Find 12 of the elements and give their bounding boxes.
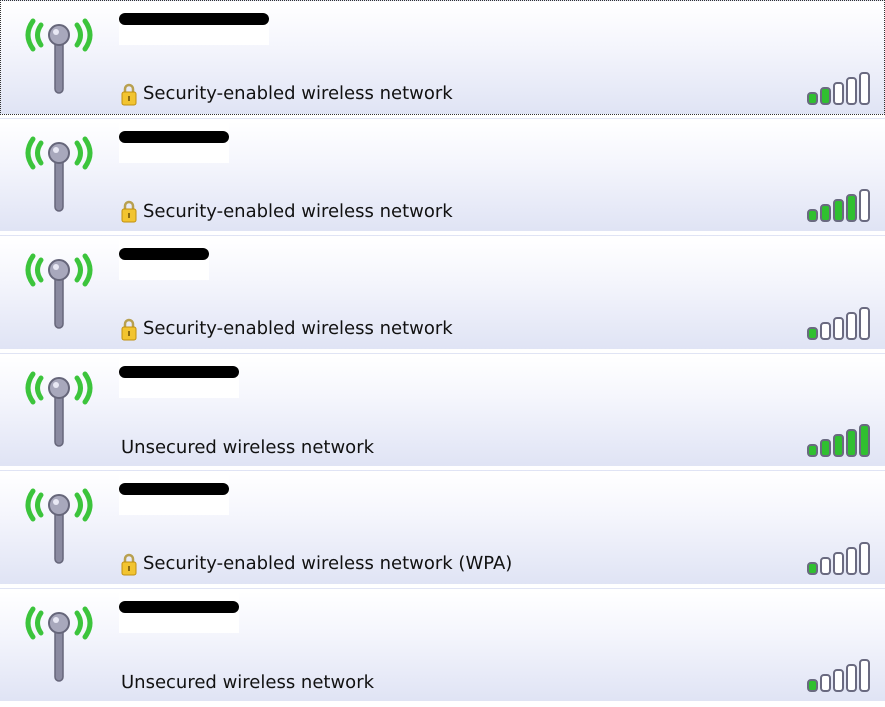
security-status: Security-enabled wireless network bbox=[143, 83, 453, 104]
network-list-item[interactable]: Security-enabled wireless network bbox=[0, 235, 885, 350]
security-status: Security-enabled wireless network bbox=[143, 200, 453, 222]
network-list-item[interactable]: Security-enabled wireless network (WPA) bbox=[0, 470, 885, 584]
security-status: Unsecured wireless network bbox=[121, 672, 374, 693]
security-status: Unsecured wireless network bbox=[121, 437, 374, 458]
network-list-item[interactable]: Unsecured wireless network bbox=[0, 352, 885, 467]
security-status: Security-enabled wireless network bbox=[143, 318, 453, 339]
network-list-item[interactable]: Security-enabled wireless network bbox=[0, 0, 885, 114]
security-status: Security-enabled wireless network (WPA) bbox=[143, 553, 512, 574]
network-list-item[interactable]: Unsecured wireless network bbox=[0, 588, 885, 702]
network-list-item[interactable]: Security-enabled wireless network bbox=[0, 118, 885, 232]
